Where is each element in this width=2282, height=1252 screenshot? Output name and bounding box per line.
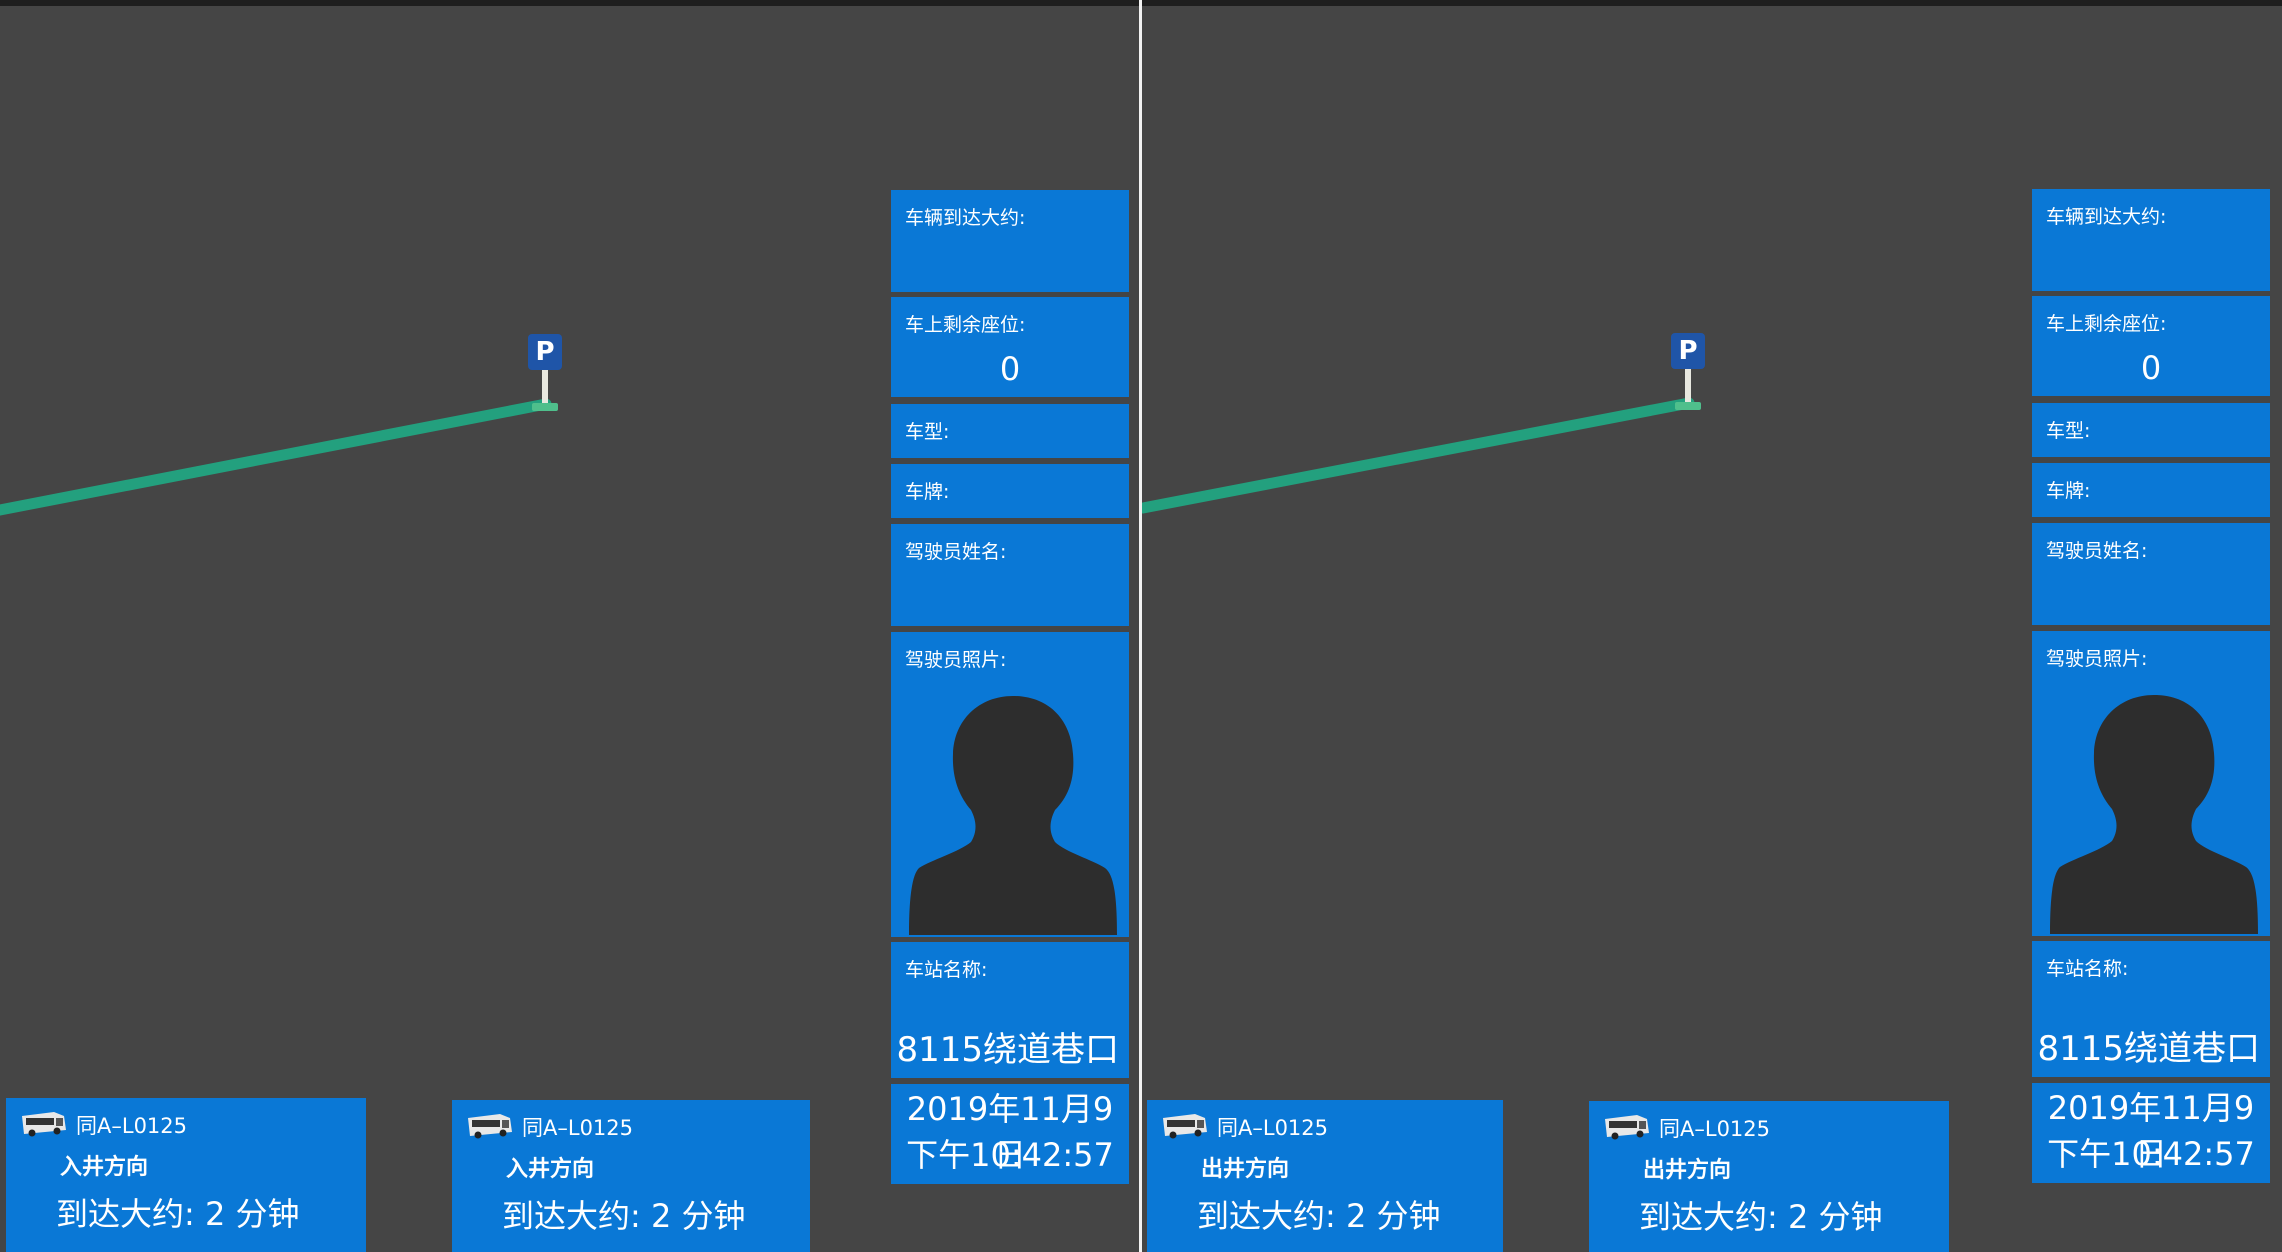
route-line xyxy=(1141,397,1695,514)
seats-label: 车上剩余座位: xyxy=(905,314,1026,336)
driver-photo-panel: 驾驶员照片: xyxy=(2032,631,2270,936)
marker-pole xyxy=(1685,369,1691,405)
eta-value: 2 分钟 xyxy=(650,1197,746,1235)
model-panel: 车型: xyxy=(2032,403,2270,457)
driver-name-label: 驾驶员姓名: xyxy=(905,541,1007,563)
eta-label: 到达大约: xyxy=(1197,1197,1336,1235)
screen-divider xyxy=(1139,0,1142,1252)
time-text: 下午10:42:57 xyxy=(2047,1135,2255,1173)
seats-value: 0 xyxy=(999,350,1021,388)
vehicle-plate: 同A–L0125 xyxy=(1217,1116,1329,1140)
direction-label: 入井方向 xyxy=(506,1157,595,1182)
plate-panel: 车牌: xyxy=(2032,463,2270,517)
eta-row: 到达大约: 2 分钟 xyxy=(56,1194,300,1234)
driver-photo-label: 驾驶员照片: xyxy=(905,649,1007,671)
vehicle-card[interactable]: 同A–L0125 出井方向 到达大约: 2 分钟 xyxy=(1589,1101,1949,1252)
vehicle-plate: 同A–L0125 xyxy=(1659,1117,1771,1141)
bus-icon xyxy=(22,1112,66,1137)
driver-photo-label: 驾驶员照片: xyxy=(2046,648,2148,670)
parking-marker-icon[interactable]: P xyxy=(1671,333,1705,413)
arrival-panel: 车辆到达大约: xyxy=(891,190,1129,292)
driver-silhouette-icon xyxy=(2050,691,2258,934)
plate-label: 车牌: xyxy=(2046,480,2091,502)
eta-row: 到达大约: 2 分钟 xyxy=(1639,1197,1883,1237)
eta-label: 到达大约: xyxy=(56,1195,195,1233)
station-name: 8115绕道巷口 xyxy=(896,1030,1119,1070)
eta-value: 2 分钟 xyxy=(1345,1197,1441,1235)
datetime-panel: 2019年11月9日 下午10:42:57 xyxy=(891,1084,1129,1184)
model-panel: 车型: xyxy=(891,404,1129,458)
model-label: 车型: xyxy=(2046,420,2091,442)
direction-label: 入井方向 xyxy=(60,1155,149,1180)
driver-silhouette-icon xyxy=(909,692,1117,935)
eta-label: 到达大约: xyxy=(502,1197,641,1235)
arrival-label: 车辆到达大约: xyxy=(905,207,1026,229)
parking-sign-icon: P xyxy=(1671,333,1705,369)
bus-icon xyxy=(1163,1114,1207,1139)
vehicle-card[interactable]: 同A–L0125 出井方向 到达大约: 2 分钟 xyxy=(1147,1100,1503,1252)
model-label: 车型: xyxy=(905,421,950,443)
seats-label: 车上剩余座位: xyxy=(2046,313,2167,335)
marker-base xyxy=(1675,402,1701,410)
vehicle-card[interactable]: 同A–L0125 入井方向 到达大约: 2 分钟 xyxy=(6,1098,366,1252)
parking-sign-icon: P xyxy=(528,334,562,370)
vehicle-card[interactable]: 同A–L0125 入井方向 到达大约: 2 分钟 xyxy=(452,1100,810,1252)
parking-marker-icon[interactable]: P xyxy=(528,334,562,414)
vehicle-plate: 同A–L0125 xyxy=(522,1116,634,1140)
eta-value: 2 分钟 xyxy=(1787,1198,1883,1236)
seats-panel: 车上剩余座位: 0 xyxy=(2032,296,2270,396)
arrival-panel: 车辆到达大约: xyxy=(2032,189,2270,291)
eta-row: 到达大约: 2 分钟 xyxy=(502,1196,746,1236)
eta-row: 到达大约: 2 分钟 xyxy=(1197,1196,1441,1236)
station-label: 车站名称: xyxy=(2046,958,2129,980)
plate-label: 车牌: xyxy=(905,481,950,503)
vehicle-plate: 同A–L0125 xyxy=(76,1114,188,1138)
time-text: 下午10:42:57 xyxy=(906,1136,1114,1174)
bus-icon xyxy=(1605,1115,1649,1140)
route-line xyxy=(0,398,552,516)
display-screen-inbound: P 车辆到达大约: 车上剩余座位: 0 车型: 车牌: 驾驶员姓名: 驾驶员照片… xyxy=(0,0,1141,1252)
station-name: 8115绕道巷口 xyxy=(2037,1029,2260,1069)
plate-panel: 车牌: xyxy=(891,464,1129,518)
direction-label: 出井方向 xyxy=(1201,1157,1290,1182)
driver-name-panel: 驾驶员姓名: xyxy=(2032,523,2270,625)
arrival-label: 车辆到达大约: xyxy=(2046,206,2167,228)
datetime-panel: 2019年11月9日 下午10:42:57 xyxy=(2032,1083,2270,1183)
station-panel: 车站名称: 8115绕道巷口 xyxy=(891,942,1129,1078)
eta-label: 到达大约: xyxy=(1639,1198,1778,1236)
station-panel: 车站名称: 8115绕道巷口 xyxy=(2032,941,2270,1077)
driver-name-panel: 驾驶员姓名: xyxy=(891,524,1129,626)
bus-icon xyxy=(468,1114,512,1139)
marker-pole xyxy=(542,370,548,406)
seats-value: 0 xyxy=(2140,349,2162,387)
eta-value: 2 分钟 xyxy=(204,1195,300,1233)
marker-base xyxy=(532,403,558,411)
driver-photo-panel: 驾驶员照片: xyxy=(891,632,1129,937)
station-label: 车站名称: xyxy=(905,959,988,981)
driver-name-label: 驾驶员姓名: xyxy=(2046,540,2148,562)
seats-panel: 车上剩余座位: 0 xyxy=(891,297,1129,397)
direction-label: 出井方向 xyxy=(1643,1158,1732,1183)
display-screen-outbound: P 车辆到达大约: 车上剩余座位: 0 车型: 车牌: 驾驶员姓名: 驾驶员照片… xyxy=(1141,0,2282,1252)
